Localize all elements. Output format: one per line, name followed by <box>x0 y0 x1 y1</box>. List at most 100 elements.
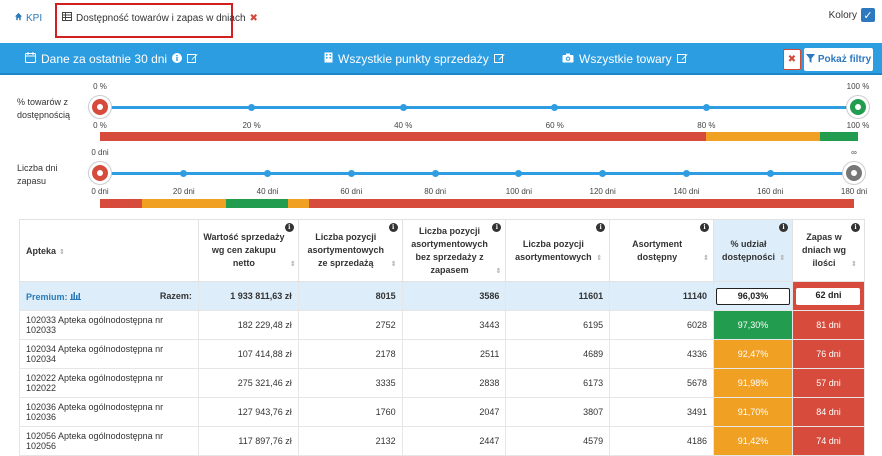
without-sales-cell: 2838 <box>401 368 507 398</box>
slider-handle-min-label: 0 dni <box>91 148 109 157</box>
slider-tick[interactable] <box>180 170 188 177</box>
tab-kpi-label: KPI <box>26 12 43 24</box>
sort-icon[interactable]: ⇕ <box>59 249 65 256</box>
column-header-available[interactable]: i Asortyment dostępny ⇕ <box>609 219 714 282</box>
info-icon[interactable] <box>172 52 183 66</box>
slider-tick[interactable] <box>248 104 256 111</box>
color-bar-segment <box>706 132 821 141</box>
filter-points[interactable]: Wszystkie punkty sprzedaży <box>324 52 505 66</box>
color-bar-segment <box>820 132 858 141</box>
slider-tick[interactable] <box>682 170 690 177</box>
pct-cell: 92,47% <box>712 339 793 369</box>
colors-toggle[interactable]: Kolory ✓ <box>829 8 875 22</box>
column-header-without-sales[interactable]: i Liczba pozycji asortymentowych bez spr… <box>401 219 507 282</box>
info-icon[interactable]: i <box>492 223 502 232</box>
pct-cell: 91,98% <box>712 368 793 398</box>
table-row[interactable]: 102034 Apteka ogólnodostępna nr 102034 10… <box>19 339 866 369</box>
column-header-days[interactable]: i Zapas w dniach wg ilości ⇕ <box>791 219 866 282</box>
column-header-pct[interactable]: i % udział dostępności ⇕ <box>712 219 793 282</box>
slider-tick[interactable] <box>599 170 607 177</box>
show-filters-label: Pokaż filtry <box>817 54 872 65</box>
column-header-sales[interactable]: i Wartość sprzedaży wg cen zakupu netto ⇕ <box>197 219 299 282</box>
availability-slider-label: % towarów z dostępnością <box>17 97 71 120</box>
sort-icon[interactable]: ⇕ <box>703 255 709 262</box>
filter-period[interactable]: Dane za ostatnie 30 dni <box>25 52 198 66</box>
column-header-pharmacy[interactable]: Apteka ⇕ <box>19 219 199 282</box>
column-header-label: Zapas w dniach wg ilości <box>802 232 847 268</box>
slider-handle-max[interactable] <box>843 162 865 184</box>
slider-track[interactable] <box>100 106 858 109</box>
building-icon <box>324 52 333 66</box>
bar-chart-icon[interactable] <box>70 291 82 302</box>
slider-tick[interactable] <box>551 104 559 111</box>
slider-tick[interactable] <box>399 104 407 111</box>
filter-goods-label: Wszystkie towary <box>579 52 672 66</box>
slider-tick[interactable] <box>347 170 355 177</box>
edit-icon[interactable] <box>676 52 688 66</box>
slider-track[interactable] <box>100 172 854 175</box>
clear-filters-button[interactable]: ✖ <box>783 49 801 70</box>
summary-with-sales: 8015 <box>297 281 403 311</box>
slider-handle-min[interactable] <box>89 162 111 184</box>
available-cell: 3491 <box>609 397 714 427</box>
pharmacy-name-cell: 102056 Apteka ogólnodostępna nr 102056 <box>19 426 199 456</box>
info-icon[interactable]: i <box>388 223 398 232</box>
sort-icon[interactable]: ⇕ <box>391 261 397 268</box>
edit-icon[interactable] <box>493 52 505 66</box>
slider-tick-label: 20 % <box>242 121 261 130</box>
sort-icon[interactable]: ⇕ <box>496 268 502 275</box>
info-icon[interactable]: i <box>596 223 606 232</box>
slider-tick[interactable] <box>515 170 523 177</box>
home-icon <box>14 12 23 24</box>
table-row[interactable]: 102036 Apteka ogólnodostępna nr 102036 12… <box>19 397 866 427</box>
sort-icon[interactable]: ⇕ <box>780 255 786 262</box>
pharmacy-name-cell: 102033 Apteka ogólnodostępna nr 102033 <box>19 310 199 340</box>
tab-kpi[interactable]: KPI <box>14 12 42 24</box>
table-icon <box>62 12 72 24</box>
days-cell: 57 dni <box>791 368 866 398</box>
table-row[interactable]: 102033 Apteka ogólnodostępna nr 102033 18… <box>19 310 866 340</box>
column-header-positions[interactable]: i Liczba pozycji asortymentowych ⇕ <box>505 219 611 282</box>
slider-tick[interactable] <box>766 170 774 177</box>
filter-points-label: Wszystkie punkty sprzedaży <box>338 52 489 66</box>
column-header-with-sales[interactable]: i Liczba pozycji asortymentowych ze sprz… <box>297 219 403 282</box>
table-row[interactable]: 102056 Apteka ogólnodostępna nr 102056 11… <box>19 426 866 456</box>
column-header-label: Liczba pozycji asortymentowych bez sprze… <box>411 225 488 275</box>
sort-icon[interactable]: ⇕ <box>851 261 857 268</box>
table-row[interactable]: 102022 Apteka ogólnodostępna nr 102022 27… <box>19 368 866 398</box>
summary-pct: 96,03% <box>715 287 790 305</box>
edit-icon[interactable] <box>187 52 198 66</box>
color-bar-segment <box>225 199 289 208</box>
sort-icon[interactable]: ⇕ <box>290 261 296 268</box>
summary-available: 11140 <box>609 281 714 311</box>
slider-tick[interactable] <box>431 170 439 177</box>
tab-availability-label: Dostępność towarów i zapas w dniach <box>76 12 246 24</box>
summary-total-label: Razem: <box>159 290 192 301</box>
tab-availability[interactable]: Dostępność towarów i zapas w dniach ✖ <box>62 12 258 24</box>
slider-tick-label: 0 dni <box>91 187 109 196</box>
premium-link[interactable]: Premium: <box>26 292 68 302</box>
with-sales-cell: 2178 <box>297 339 403 369</box>
sales-cell: 127 943,76 zł <box>197 397 299 427</box>
checkbox-checked-icon[interactable]: ✓ <box>861 8 875 22</box>
sort-icon[interactable]: ⇕ <box>596 255 602 262</box>
filter-goods[interactable]: Wszystkie towary <box>562 52 688 66</box>
colors-toggle-label: Kolory <box>828 9 857 21</box>
with-sales-cell: 1760 <box>297 397 403 427</box>
slider-tick[interactable] <box>264 170 272 177</box>
available-cell: 4336 <box>609 339 714 369</box>
info-icon[interactable]: i <box>284 223 294 232</box>
sales-cell: 275 321,46 zł <box>197 368 299 398</box>
info-icon[interactable]: i <box>778 223 788 232</box>
info-icon[interactable]: i <box>851 223 860 232</box>
info-icon[interactable]: i <box>699 223 709 232</box>
color-bar-segment <box>100 199 142 208</box>
filter-period-label: Dane za ostatnie 30 dni <box>41 52 168 66</box>
show-filters-button[interactable]: Pokaż filtry <box>804 48 873 71</box>
threshold-color-bar <box>100 132 858 141</box>
slider-tick[interactable] <box>702 104 710 111</box>
slider-handle-max[interactable] <box>847 96 869 118</box>
close-tab-icon[interactable]: ✖ <box>250 13 258 24</box>
slider-handle-min[interactable] <box>89 96 111 118</box>
without-sales-cell: 2511 <box>401 339 507 369</box>
